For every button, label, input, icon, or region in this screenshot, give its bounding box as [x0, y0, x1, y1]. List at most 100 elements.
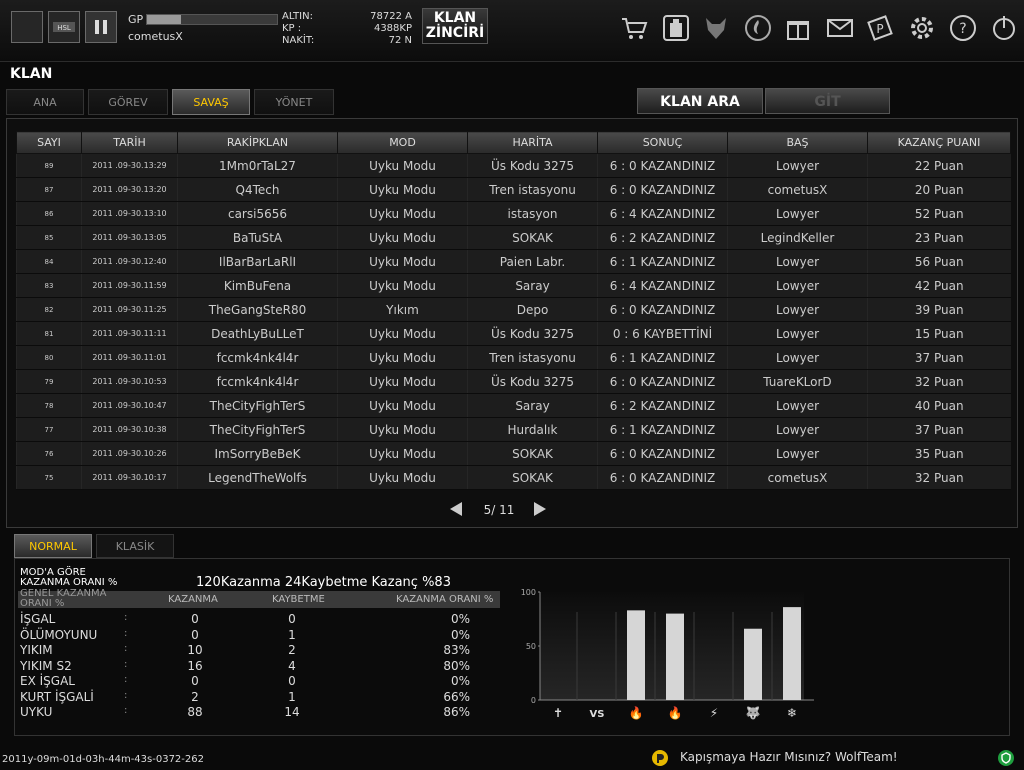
- cross-icon: ✝: [553, 706, 563, 720]
- table-row[interactable]: 76 2011 .09-30.10:26 ImSorryBeBeK Uyku Modu…: [16, 441, 1011, 466]
- stats-separator: :: [124, 689, 128, 701]
- tab-klasik[interactable]: KLASİK: [96, 534, 174, 558]
- mail-icon[interactable]: [824, 12, 856, 44]
- win-rate-chart: 100 50 0 ✝ VS 🔥 🔥 ⚡ 🐺 ❄: [521, 588, 814, 720]
- cell-sayi: 80: [16, 345, 82, 370]
- cell-kazanc-puani: 52 Puan: [867, 201, 1011, 226]
- stats-win: 88: [187, 705, 203, 719]
- cell-bas: TuareKLorD: [727, 369, 868, 394]
- stats-rate: 0%: [450, 674, 470, 688]
- status-shield-icon: [998, 750, 1014, 766]
- cell-harita: Depo: [467, 297, 598, 322]
- cart-icon[interactable]: [618, 12, 650, 44]
- table-row[interactable]: 85 2011 .09-30.13:05 BaTuStA Uyku Modu SOKAK…: [16, 225, 1011, 250]
- stats-loss: 0: [288, 674, 296, 688]
- cell-tarih: 2011 .09-30.10:47: [81, 393, 178, 418]
- stats-rate: 0%: [450, 627, 470, 642]
- cell-rakipklan: LegendTheWolfs: [177, 465, 338, 490]
- table-row[interactable]: 83 2011 .09-30.11:59 KimBuFena Uyku Modu Sar…: [16, 273, 1011, 298]
- cell-sayi: 84: [16, 249, 82, 274]
- cell-rakipklan: BaTuStA: [177, 225, 338, 250]
- cell-sayi: 76: [16, 441, 82, 466]
- cell-kazanc-puani: 56 Puan: [867, 249, 1011, 274]
- svg-text:?: ?: [959, 21, 966, 37]
- username: cometusX: [128, 30, 183, 43]
- stats-win: 2: [191, 689, 199, 704]
- cell-sonuc: 6 : 1 KAZANDINIZ: [597, 249, 728, 274]
- stats-rate: 86%: [443, 705, 470, 719]
- cell-kazanc-puani: 37 Puan: [867, 417, 1011, 442]
- stats-win: 0: [191, 674, 199, 688]
- klan-ara-button[interactable]: KLAN ARA: [637, 88, 763, 114]
- clan-logo-button[interactable]: HSL: [48, 11, 80, 43]
- help-icon[interactable]: ?: [947, 12, 979, 44]
- table-row[interactable]: 80 2011 .09-30.11:01 fccmk4nk4l4r Uyku Modu…: [16, 345, 1011, 370]
- cell-mod: Uyku Modu: [337, 417, 468, 442]
- chart-bar: [666, 613, 684, 700]
- coupon-icon[interactable]: P: [864, 12, 896, 44]
- tab-normal[interactable]: NORMAL: [14, 534, 92, 558]
- tab-gorev[interactable]: GÖREV: [88, 89, 168, 115]
- col-header-harita[interactable]: HARİTA: [467, 131, 598, 154]
- cell-sonuc: 6 : 4 KAZANDINIZ: [597, 201, 728, 226]
- table-row[interactable]: 79 2011 .09-30.10:53 fccmk4nk4l4r Uyku Modu…: [16, 369, 1011, 394]
- cell-rakipklan: TheGangSteR80: [177, 297, 338, 322]
- stats-win: 16: [187, 658, 203, 673]
- gift-icon[interactable]: [782, 12, 814, 44]
- tab-yonet[interactable]: YÖNET: [254, 89, 334, 115]
- wolf-icon[interactable]: [700, 12, 732, 44]
- prev-page-button[interactable]: [450, 502, 462, 516]
- cell-bas: Lowyer: [727, 201, 868, 226]
- cell-harita: Paien Labr.: [467, 249, 598, 274]
- menu-square-button[interactable]: [11, 11, 43, 43]
- col-header-sayi[interactable]: SAYI: [16, 131, 82, 154]
- cell-mod: Uyku Modu: [337, 177, 468, 202]
- stats-row: İŞGAL: 0 0 0%: [20, 612, 500, 627]
- cell-bas: Lowyer: [727, 321, 868, 346]
- klan-zinciri-button[interactable]: KLAN ZİNCİRİ: [422, 8, 488, 44]
- cell-harita: Tren istasyonu: [467, 345, 598, 370]
- table-row[interactable]: 82 2011 .09-30.11:25 TheGangSteR80 Yıkım Dep…: [16, 297, 1011, 322]
- col-header-sonuc[interactable]: SONUÇ: [597, 131, 728, 154]
- col-header-tarih[interactable]: TARİH: [81, 131, 178, 154]
- table-row[interactable]: 78 2011 .09-30.10:47 TheCityFighTerS Uyku M…: [16, 393, 1011, 418]
- next-page-button[interactable]: [534, 502, 546, 516]
- gold-value: 78722 A: [370, 11, 412, 22]
- col-header-mod[interactable]: MOD: [337, 131, 468, 154]
- col-header-bas[interactable]: BAŞ: [727, 131, 868, 154]
- fire-icon[interactable]: [742, 12, 774, 44]
- table-row[interactable]: 75 2011 .09-30.10:17 LegendTheWolfs Uyku Mo…: [16, 465, 1011, 490]
- gp-progress-fill: [147, 15, 181, 24]
- cell-rakipklan: carsi5656: [177, 201, 338, 226]
- table-row[interactable]: 87 2011 .09-30.13:20 Q4Tech Uyku Modu Tren i…: [16, 177, 1011, 202]
- cell-mod: Uyku Modu: [337, 249, 468, 274]
- cell-bas: Lowyer: [727, 417, 868, 442]
- stats-row: YIKIM S2: 16 4 80%: [20, 659, 500, 674]
- table-row[interactable]: 81 2011 .09-30.11:11 DeathLyBuLLeT Uyku Mod…: [16, 321, 1011, 346]
- cell-mod: Uyku Modu: [337, 201, 468, 226]
- cell-bas: Lowyer: [727, 273, 868, 298]
- cell-harita: Üs Kodu 3275: [467, 321, 598, 346]
- col-header-rakipklan[interactable]: RAKİPKLAN: [177, 131, 338, 154]
- table-row[interactable]: 84 2011 .09-30.12:40 IlBarBarLaRlI Uyku Mod…: [16, 249, 1011, 274]
- tab-ana[interactable]: ANA: [6, 89, 84, 115]
- tab-savas[interactable]: SAVAŞ: [172, 89, 250, 115]
- pause-icon: [95, 20, 107, 34]
- cell-kazanc-puani: 22 Puan: [867, 153, 1011, 178]
- gear-icon[interactable]: [906, 12, 938, 44]
- power-icon[interactable]: [988, 12, 1020, 44]
- kp-value: 4388KP: [373, 23, 412, 34]
- git-button[interactable]: GİT: [765, 88, 890, 114]
- table-row[interactable]: 86 2011 .09-30.13:10 carsi5656 Uyku Modu ist…: [16, 201, 1011, 226]
- character-icon[interactable]: [660, 12, 692, 44]
- col-header-kazanc-puani[interactable]: KAZANÇ PUANI: [867, 131, 1011, 154]
- svg-text:P: P: [876, 22, 883, 36]
- pause-button[interactable]: [85, 11, 117, 43]
- table-row[interactable]: 77 2011 .09-30.10:38 TheCityFighTerS Uyku M…: [16, 417, 1011, 442]
- stats-mode: ÖLÜMOYUNU: [20, 627, 98, 642]
- table-row[interactable]: 89 2011 .09-30.13:29 1Mm0rTaL27 Uyku Modu Üs…: [16, 153, 1011, 178]
- stats-row: KURT İŞGALİ: 2 1 66%: [20, 690, 500, 705]
- stats-win: 10: [187, 643, 203, 657]
- fire-icon: 🔥: [629, 706, 644, 720]
- cell-sayi: 87: [16, 177, 82, 202]
